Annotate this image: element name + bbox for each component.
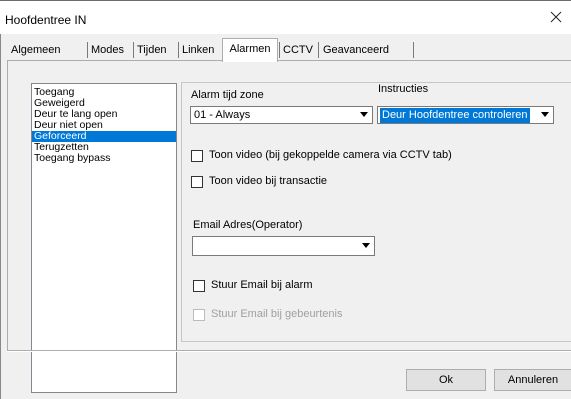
timezone-value: 01 - Always [194, 109, 251, 121]
send-email-alarm-label[interactable]: Stuur Email bij alarm [211, 279, 312, 291]
send-email-alarm-checkbox[interactable] [193, 280, 205, 292]
list-item-toegang-bypass[interactable]: Toegang bypass [32, 153, 176, 164]
tab-linken[interactable]: Linken [180, 41, 216, 61]
email-select[interactable] [192, 236, 375, 256]
window-frame-left [0, 34, 1, 399]
tab-separator [133, 42, 134, 58]
tab-modes[interactable]: Modes [89, 41, 126, 61]
show-video-label[interactable]: Toon video (bij gekoppelde camera via CC… [209, 149, 452, 161]
timezone-label: Alarm tijd zone [191, 89, 264, 101]
chevron-down-icon[interactable] [356, 108, 371, 122]
show-video-transaction-checkbox[interactable] [191, 176, 203, 188]
tab-cctv[interactable]: CCTV [281, 41, 315, 61]
timezone-select[interactable]: 01 - Always [190, 106, 373, 124]
show-video-transaction-label[interactable]: Toon video bij transactie [209, 175, 327, 187]
close-icon[interactable] [547, 8, 565, 26]
tab-algemeen[interactable]: Algemeen [9, 41, 63, 61]
send-email-event-checkbox [193, 309, 205, 321]
tab-separator [87, 42, 88, 58]
cancel-button[interactable]: Annuleren [494, 369, 571, 391]
tab-tijden[interactable]: Tijden [135, 41, 169, 61]
tab-alarmen[interactable]: Alarmen [222, 38, 278, 62]
divider [7, 351, 571, 352]
instructions-select[interactable]: Deur Hoofdentree controleren [377, 106, 554, 124]
instructions-value: Deur Hoofdentree controleren [380, 108, 530, 123]
chevron-down-icon[interactable] [537, 108, 552, 122]
tab-separator [413, 42, 414, 58]
chevron-down-icon[interactable] [358, 239, 373, 253]
instructions-label: Instructies [378, 83, 429, 95]
show-video-checkbox[interactable] [191, 150, 203, 162]
send-email-event-label: Stuur Email bij gebeurtenis [211, 308, 343, 320]
title-bar[interactable]: Hoofdentree IN [0, 0, 571, 34]
email-label: Email Adres(Operator) [193, 219, 303, 231]
ok-button[interactable]: Ok [406, 369, 486, 391]
tab-separator [318, 42, 319, 58]
tab-geavanceerd[interactable]: Geavanceerd [321, 41, 391, 61]
tab-separator [279, 42, 280, 58]
window-title: Hoofdentree IN [5, 13, 87, 27]
tab-separator [178, 42, 179, 58]
alarm-type-list[interactable]: Toegang Geweigerd Deur te lang open Deur… [31, 83, 177, 393]
